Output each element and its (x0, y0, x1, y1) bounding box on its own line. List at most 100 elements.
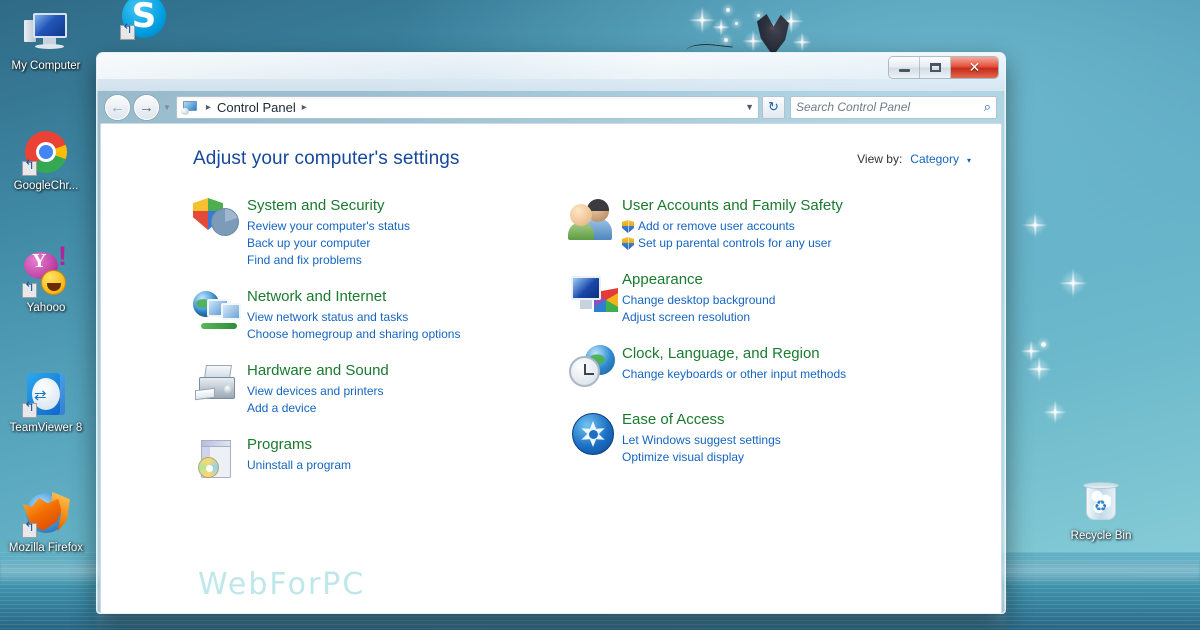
sparkle-icon (1043, 400, 1067, 424)
category-title[interactable]: Hardware and Sound (247, 362, 389, 380)
link-text: Uninstall a program (247, 458, 352, 472)
link-text: View devices and printers (247, 384, 384, 398)
close-button[interactable]: ✕ (951, 57, 998, 78)
teamviewer-icon: ⇄ (22, 370, 70, 418)
category-title[interactable]: User Accounts and Family Safety (622, 197, 843, 215)
sparkle-dot-icon (757, 14, 760, 17)
minimize-button[interactable] (889, 57, 920, 78)
category-columns: System and Security Review your computer… (101, 170, 1001, 501)
butterfly-icon (757, 14, 789, 56)
category-title[interactable]: Ease of Access (622, 411, 781, 429)
link-text: Choose homegroup and sharing options (247, 327, 461, 341)
maximize-icon (929, 63, 941, 72)
hardware-and-sound-icon (193, 361, 247, 409)
window-controls: ✕ (889, 57, 998, 78)
right-category-column: User Accounts and Family Safety Add or r… (568, 196, 913, 501)
sparkle-icon (1026, 356, 1052, 382)
category-link[interactable]: Optimize visual display (622, 449, 781, 466)
category-link[interactable]: Find and fix problems (247, 252, 410, 269)
category-link[interactable]: Change keyboards or other input methods (622, 366, 846, 383)
recycle-bin-icon: ♻ (1077, 478, 1125, 526)
window-titlebar[interactable]: ✕ (97, 53, 1005, 91)
chrome-icon (22, 128, 70, 176)
sparkle-dot-icon (724, 38, 728, 42)
category-title[interactable]: System and Security (247, 197, 410, 215)
search-input[interactable] (796, 100, 984, 114)
category-hardware-and-sound: Hardware and Sound View devices and prin… (193, 361, 538, 417)
address-bar[interactable]: ▸ Control Panel ▸ ▼ (175, 95, 759, 119)
category-link[interactable]: Let Windows suggest settings (622, 432, 781, 449)
link-text: Find and fix problems (247, 253, 362, 267)
category-title[interactable]: Network and Internet (247, 288, 460, 306)
category-title[interactable]: Appearance (622, 271, 775, 289)
desktop-icon-teamviewer[interactable]: ⇄ TeamViewer 8 (0, 370, 92, 435)
refresh-icon: ↻ (768, 99, 779, 114)
link-text: Change desktop background (622, 293, 776, 307)
sparkle-dot-icon (726, 8, 730, 12)
close-icon: ✕ (968, 59, 981, 76)
link-text: Add or remove user accounts (638, 219, 795, 233)
category-title[interactable]: Clock, Language, and Region (622, 345, 846, 363)
desktop-icon-recycle-bin[interactable]: ♻ Recycle Bin (1055, 478, 1147, 543)
view-by-value[interactable]: Category (910, 152, 959, 166)
category-link[interactable]: Back up your computer (247, 235, 410, 252)
watermark: WebForPC (198, 567, 366, 602)
desktop-icon-yahoo[interactable]: Y! Yahooo (0, 243, 92, 315)
desktop-icon-label: GoogleChr... (13, 180, 79, 192)
desktop-icon-label: Mozilla Firefox (8, 542, 84, 554)
shortcut-arrow-icon (22, 403, 37, 418)
category-link[interactable]: Choose homegroup and sharing options (247, 326, 460, 343)
link-text: Back up your computer (247, 236, 371, 250)
breadcrumb-control-panel[interactable]: Control Panel (217, 100, 296, 115)
refresh-button[interactable]: ↻ (762, 95, 785, 119)
category-link[interactable]: Adjust screen resolution (622, 309, 775, 326)
back-button[interactable]: ← (105, 94, 130, 120)
desktop-icon-mozilla-firefox[interactable]: Mozilla Firefox (0, 490, 92, 555)
breadcrumb-separator-trailing[interactable]: ▸ (302, 102, 307, 113)
system-and-security-icon (193, 196, 247, 244)
category-network-and-internet: Network and Internet View network status… (193, 287, 538, 343)
search-icon[interactable]: ⌕ (984, 99, 991, 115)
forward-button[interactable]: → (134, 94, 159, 120)
address-dropdown-caret-icon[interactable]: ▼ (745, 102, 754, 112)
desktop-icon-label: TeamViewer 8 (9, 422, 83, 434)
category-programs: Programs Uninstall a program (193, 435, 538, 483)
view-by-control: View by: Category ▾ (857, 152, 971, 166)
user-accounts-icon (568, 196, 622, 244)
chevron-down-icon[interactable]: ▾ (967, 156, 971, 165)
sparkle-dot-icon (735, 22, 738, 25)
search-box[interactable]: ⌕ (790, 95, 997, 119)
desktop-icon-skype[interactable]: S (98, 0, 190, 44)
category-system-and-security: System and Security Review your computer… (193, 196, 538, 269)
sparkle-icon (712, 18, 730, 36)
desktop-icon-my-computer[interactable]: My Computer (0, 8, 92, 73)
category-ease-of-access: Ease of Access Let Windows suggest setti… (568, 410, 913, 466)
recent-pages-dropdown[interactable]: ▼ (163, 103, 171, 112)
yahoo-icon: Y! (22, 243, 70, 298)
shortcut-arrow-icon (22, 523, 37, 538)
category-clock-language-and-region: Clock, Language, and Region Change keybo… (568, 344, 913, 392)
category-link[interactable]: Add a device (247, 400, 389, 417)
programs-icon (193, 435, 247, 483)
sparkle-icon (1020, 340, 1042, 362)
link-text: Optimize visual display (622, 450, 745, 464)
desktop-icon-label: My Computer (11, 60, 81, 72)
sparkle-icon (1058, 268, 1088, 298)
forward-arrow-icon: → (139, 98, 154, 116)
category-link[interactable]: Set up parental controls for any user (622, 235, 843, 252)
shortcut-arrow-icon (22, 283, 37, 298)
category-link[interactable]: Review your computer's status (247, 218, 410, 235)
uac-shield-icon (622, 237, 634, 250)
content-header: Adjust your computer's settings View by:… (101, 124, 1001, 170)
category-link[interactable]: Change desktop background (622, 292, 775, 309)
breadcrumb-separator-leading: ▸ (205, 101, 211, 113)
maximize-button[interactable] (920, 57, 951, 78)
category-link[interactable]: View network status and tasks (247, 309, 460, 326)
category-title[interactable]: Programs (247, 436, 351, 454)
category-link[interactable]: View devices and printers (247, 383, 389, 400)
sparkle-icon (792, 32, 812, 52)
category-link[interactable]: Uninstall a program (247, 457, 351, 474)
desktop-icon-google-chrome[interactable]: GoogleChr... (0, 128, 92, 193)
link-text: Add a device (247, 401, 317, 415)
category-link[interactable]: Add or remove user accounts (622, 218, 843, 235)
